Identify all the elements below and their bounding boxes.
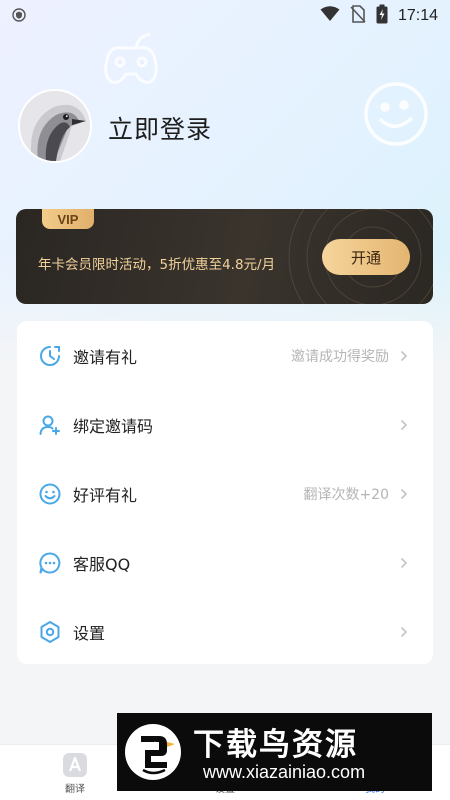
avatar[interactable] bbox=[18, 89, 92, 163]
menu-label: 好评有礼 bbox=[73, 485, 138, 505]
smiley-face-icon bbox=[360, 78, 432, 154]
menu-item-customer-service-qq[interactable]: 客服QQ bbox=[17, 528, 433, 597]
menu-item-bind-invite-code[interactable]: 绑定邀请码 bbox=[17, 390, 433, 459]
no-sim-icon bbox=[350, 5, 366, 27]
chevron-right-icon bbox=[397, 418, 411, 432]
chevron-right-icon bbox=[397, 349, 411, 363]
menu-item-good-review[interactable]: 好评有礼 翻译次数+20 bbox=[17, 459, 433, 528]
menu-item-invite[interactable]: 邀请有礼 邀请成功得奖励 bbox=[17, 321, 433, 390]
gear-icon bbox=[38, 620, 62, 644]
smile-icon bbox=[38, 482, 62, 506]
chevron-right-icon bbox=[397, 556, 411, 570]
menu-hint: 翻译次数+20 bbox=[303, 486, 389, 503]
chevron-right-icon bbox=[397, 487, 411, 501]
menu-hint: 邀请成功得奖励 bbox=[291, 348, 389, 365]
watermark-bird-logo-icon bbox=[123, 722, 183, 782]
status-bar: 17:14 bbox=[0, 0, 450, 32]
nav-tab-translate[interactable]: 翻译 bbox=[20, 745, 130, 800]
menu-label: 设置 bbox=[73, 623, 106, 643]
battery-charging-icon bbox=[376, 4, 388, 28]
menu-label: 绑定邀请码 bbox=[73, 416, 154, 436]
watermark: 下载鸟资源 www.xiazainiao.com bbox=[117, 713, 432, 791]
menu-label: 邀请有礼 bbox=[73, 347, 138, 367]
invite-gift-icon bbox=[38, 344, 62, 368]
add-user-icon bbox=[38, 413, 62, 437]
translate-icon bbox=[62, 752, 88, 778]
vip-open-button[interactable]: 开通 bbox=[322, 239, 410, 275]
watermark-url: www.xiazainiao.com bbox=[203, 762, 366, 782]
chat-icon bbox=[38, 551, 62, 575]
shield-icon bbox=[12, 7, 26, 26]
nav-label: 翻译 bbox=[65, 783, 85, 795]
login-link[interactable]: 立即登录 bbox=[108, 110, 212, 146]
menu-item-settings[interactable]: 设置 bbox=[17, 597, 433, 666]
vip-promo-text: 年卡会员限时活动，5折优惠至4.8元/月 bbox=[38, 257, 276, 273]
gamepad-icon bbox=[96, 28, 166, 92]
bird-avatar-icon bbox=[20, 91, 90, 161]
vip-banner[interactable]: VIP 年卡会员限时活动，5折优惠至4.8元/月 开通 bbox=[16, 209, 433, 304]
status-time: 17:14 bbox=[397, 7, 438, 24]
menu-label: 客服QQ bbox=[73, 554, 131, 574]
vip-badge: VIP bbox=[42, 209, 94, 229]
watermark-title: 下载鸟资源 bbox=[193, 727, 358, 763]
menu-list: 邀请有礼 邀请成功得奖励 绑定邀请码 好评有礼 翻译次数+20 客服QQ 设置 bbox=[17, 321, 433, 664]
wifi-icon bbox=[320, 6, 340, 26]
chevron-right-icon bbox=[397, 625, 411, 639]
